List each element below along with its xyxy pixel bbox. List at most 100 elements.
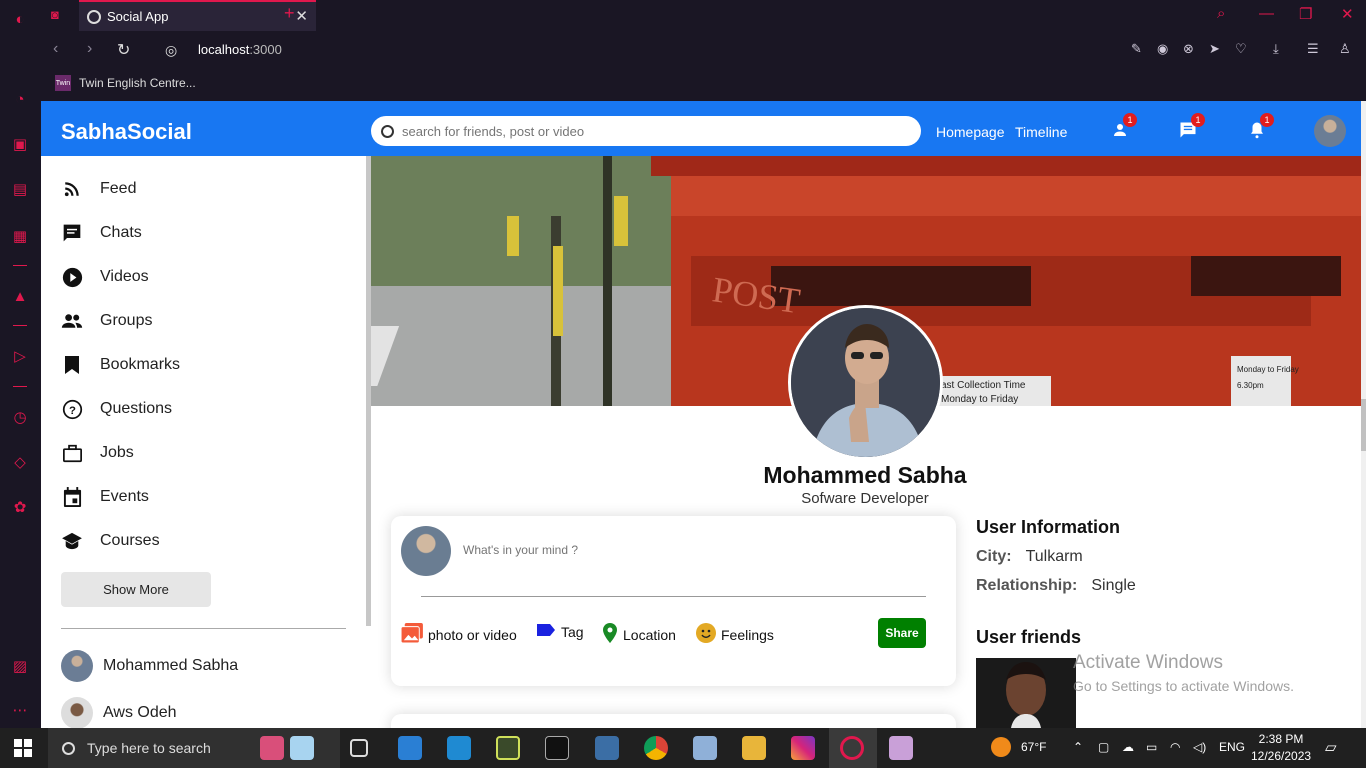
timeline-link[interactable]: Timeline (1015, 124, 1067, 140)
sidebar-item-bookmarks[interactable]: Bookmarks (61, 354, 180, 376)
app-icon[interactable] (496, 736, 520, 760)
block-icon[interactable]: ⊗ (1183, 41, 1194, 57)
opera-logo-icon[interactable]: ◐ (10, 9, 30, 29)
sidebar-item-questions[interactable]: ? Questions (61, 398, 172, 420)
option-label: Tag (561, 623, 584, 640)
page-scrollbar[interactable] (1361, 101, 1366, 728)
download-icon[interactable]: ⤓ (1273, 41, 1279, 57)
notifications-bell-icon[interactable]: 1 (1246, 113, 1274, 141)
shopping-bag-icon[interactable]: ▣ (10, 134, 30, 154)
weather-sun-icon[interactable] (991, 737, 1011, 757)
tray-app-icon[interactable]: ▢ (1098, 740, 1109, 754)
gamepad-icon[interactable]: ◙ (51, 7, 59, 22)
history-icon[interactable]: ◷ (10, 407, 30, 427)
search-bar[interactable] (371, 116, 921, 146)
aria-icon[interactable]: ▲ (10, 286, 30, 306)
volume-icon[interactable]: ◁) (1193, 740, 1206, 754)
system-clock[interactable]: 2:38 PM 12/26/2023 (1251, 731, 1311, 765)
easy-setup-icon[interactable]: ☰ (1307, 41, 1319, 57)
minimize-button[interactable]: — (1259, 5, 1274, 22)
svg-text:ast Collection Time: ast Collection Time (941, 380, 1026, 391)
sidebar-item-groups[interactable]: Groups (61, 310, 152, 332)
tray-expand-icon[interactable]: ⌃ (1073, 740, 1083, 754)
task-view-icon[interactable] (350, 739, 368, 757)
battery-icon[interactable]: ▭ (1146, 740, 1157, 754)
sidebar-item-chats[interactable]: Chats (61, 222, 142, 244)
tag-option[interactable]: Tag (536, 623, 584, 640)
settings-gear-icon[interactable]: ✿ (10, 497, 30, 517)
opera-app-icon[interactable] (840, 736, 864, 760)
gallery-icon[interactable]: ▨ (10, 656, 30, 676)
url-field[interactable]: localhost:3000 (198, 42, 282, 57)
sidebar-friend-item[interactable]: Mohammed Sabha (61, 650, 238, 682)
sidebar-item-events[interactable]: Events (61, 486, 149, 508)
scrollbar-thumb[interactable] (1361, 399, 1366, 451)
app-icon[interactable] (693, 736, 717, 760)
terminal-app-icon[interactable] (545, 736, 569, 760)
speed-dial-icon[interactable]: ◔ (10, 89, 30, 109)
snapshot-edit-icon[interactable]: ✎ (1131, 41, 1142, 57)
new-tab-button[interactable]: + (284, 3, 295, 24)
file-explorer-icon[interactable] (742, 736, 766, 760)
search-tabs-icon[interactable]: ⌕ (1217, 5, 1225, 22)
mail-app-icon[interactable] (398, 736, 422, 760)
app-logo[interactable]: SabhaSocial (61, 119, 192, 145)
close-tab-button[interactable]: ✕ (295, 7, 308, 25)
game-icon[interactable] (290, 736, 314, 760)
instagram-app-icon[interactable] (791, 736, 815, 760)
gx-control-icon[interactable]: ▦ (10, 226, 30, 246)
chrome-app-icon[interactable] (644, 736, 668, 760)
friend-requests-icon[interactable]: 1 (1109, 113, 1137, 141)
restore-button[interactable]: ❐ (1299, 5, 1312, 23)
vscode-app-icon[interactable] (447, 736, 471, 760)
sidebar-friend-item[interactable]: Aws Odeh (61, 697, 177, 728)
share-button[interactable]: Share (878, 618, 926, 648)
site-info-icon[interactable]: ◎ (165, 42, 177, 59)
wifi-icon[interactable]: ◠ (1170, 740, 1180, 754)
location-option[interactable]: Location (602, 623, 676, 646)
sidebar-divider (61, 628, 346, 629)
close-window-button[interactable]: ✕ (1341, 5, 1354, 23)
user-info-title: User Information (976, 517, 1121, 537)
friend-photo[interactable] (976, 658, 1076, 728)
search-input[interactable] (402, 123, 882, 139)
messages-icon[interactable]: 1 (1177, 113, 1205, 141)
camera-icon[interactable]: ◉ (1157, 41, 1168, 57)
more-dots-icon[interactable]: ⋯ (10, 700, 30, 720)
profile-picture[interactable] (788, 305, 943, 460)
sidebar-item-courses[interactable]: Courses (61, 530, 160, 552)
emoji-icon (696, 623, 716, 646)
language-indicator[interactable]: ENG (1219, 740, 1245, 754)
extensions-cube-icon[interactable]: ◇ (10, 452, 30, 472)
sidebar-item-videos[interactable]: Videos (61, 266, 149, 288)
notification-center-icon[interactable]: ▱ (1325, 738, 1337, 756)
sidebar-item-label: Questions (100, 400, 173, 417)
tab-social-app[interactable]: Social App ✕ (79, 0, 316, 31)
show-more-button[interactable]: Show More (61, 572, 211, 607)
avatar (61, 697, 93, 728)
player-icon[interactable]: ▷ (10, 346, 30, 366)
send-icon[interactable]: ➤ (1209, 41, 1220, 57)
sidebar-item-jobs[interactable]: Jobs (61, 442, 134, 464)
homepage-link[interactable]: Homepage (936, 124, 1005, 140)
forward-button[interactable]: › (87, 40, 92, 58)
post-input[interactable] (463, 543, 863, 557)
paint-app-icon[interactable] (889, 736, 913, 760)
twitch-icon[interactable]: ▤ (10, 179, 30, 199)
account-icon[interactable]: ♙ (1339, 41, 1351, 57)
widget-icon[interactable] (260, 736, 284, 760)
weather-temp[interactable]: 67°F (1021, 740, 1046, 754)
bookmark-twin-english[interactable]: Twin Twin English Centre... (55, 75, 196, 91)
sidebar-item-feed[interactable]: Feed (61, 178, 136, 200)
photo-video-option[interactable]: photo or video (400, 623, 517, 646)
windows-start-icon[interactable] (14, 739, 32, 757)
sidebar-item-label: Groups (100, 312, 153, 329)
heart-icon[interactable]: ♡ (1235, 41, 1247, 57)
reload-button[interactable]: ↻ (117, 40, 130, 60)
app-topbar: SabhaSocial Homepage Timeline 1 1 1 (41, 101, 1361, 156)
back-button[interactable]: ‹ (53, 40, 58, 58)
user-avatar[interactable] (1314, 115, 1346, 147)
feelings-option[interactable]: Feelings (696, 623, 774, 646)
python-app-icon[interactable] (595, 736, 619, 760)
onedrive-cloud-icon[interactable]: ☁ (1122, 740, 1134, 754)
